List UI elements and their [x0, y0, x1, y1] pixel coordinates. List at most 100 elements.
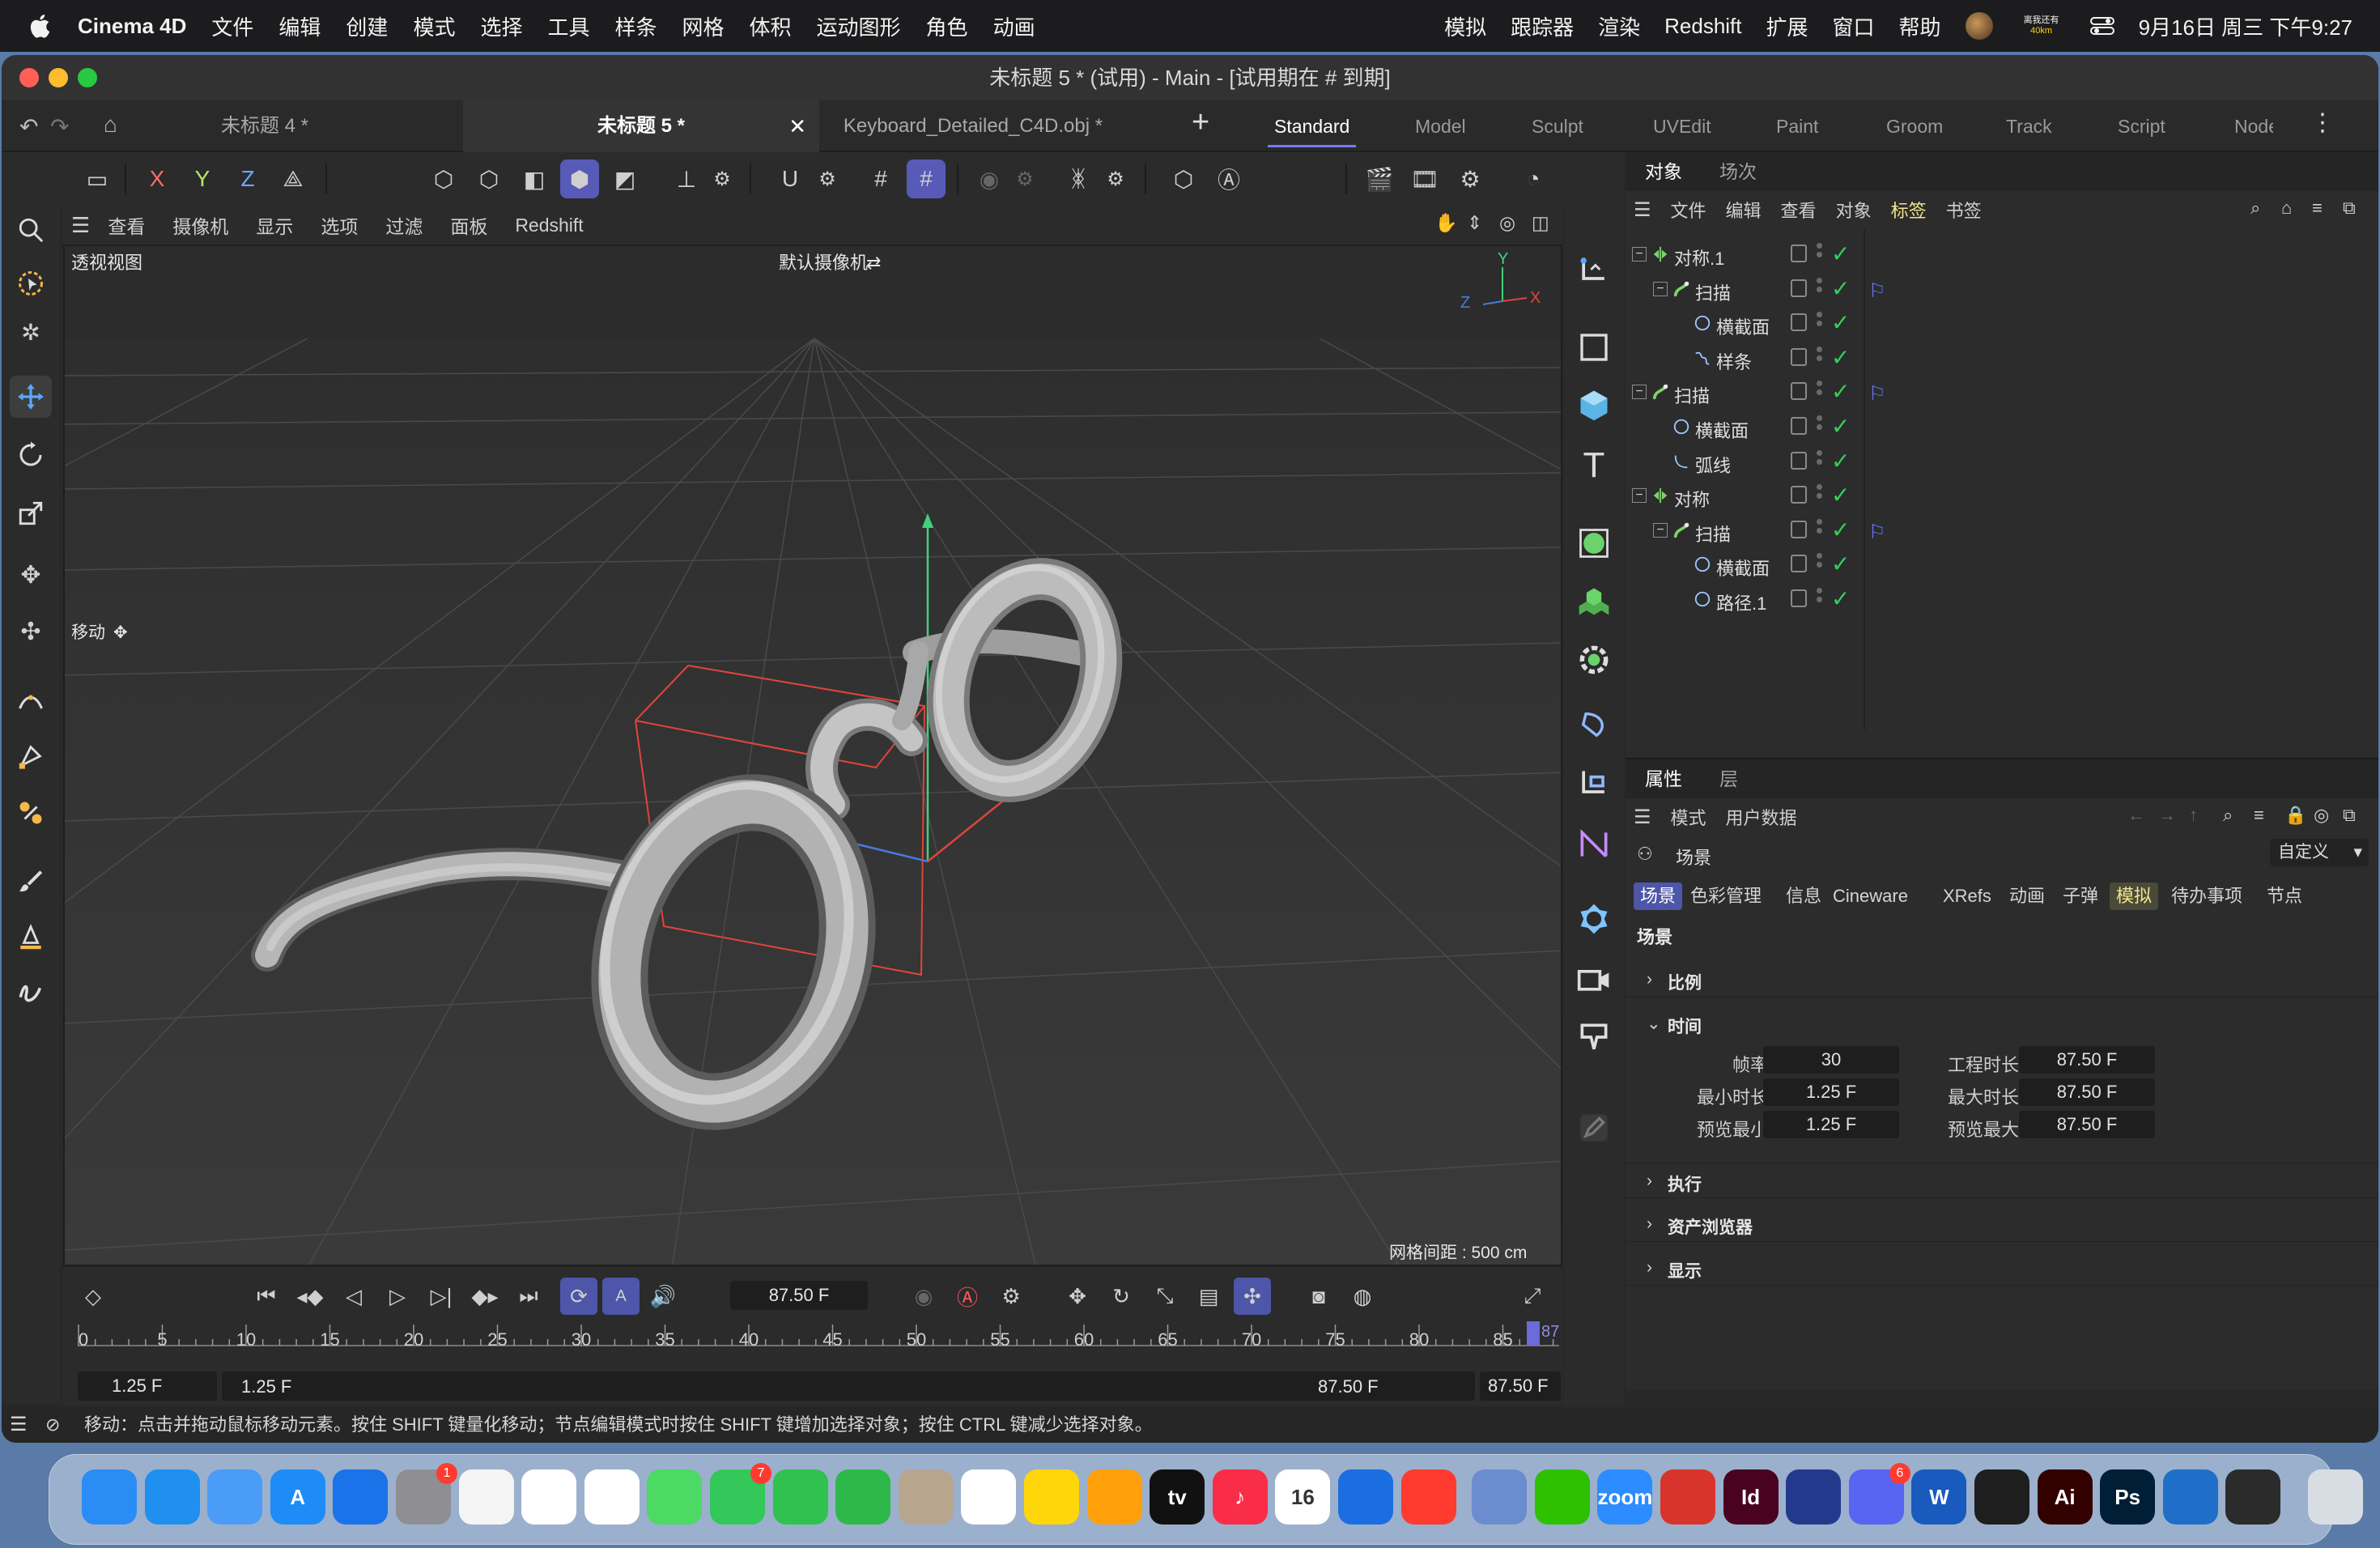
next-key-icon[interactable]: ◆▸ — [466, 1278, 504, 1315]
dock-word-icon[interactable]: W — [1911, 1469, 1967, 1525]
dock-news-icon[interactable] — [1400, 1469, 1456, 1525]
live-selection-icon[interactable] — [10, 262, 52, 304]
object-row[interactable]: 横截面 ✓ — [1626, 410, 2378, 443]
text-spline-icon[interactable]: T — [1572, 444, 1616, 487]
dock-music-icon[interactable]: ♪ — [1212, 1469, 1268, 1525]
orbit-view-icon[interactable]: ◎ — [1499, 212, 1515, 234]
add-tab-button[interactable]: + — [1192, 105, 1209, 140]
snap-settings-gear-icon[interactable]: ⚙ — [808, 159, 847, 198]
selection-filter-icon[interactable]: ✲ — [10, 311, 52, 353]
filter-icon[interactable]: ≡ — [2312, 198, 2323, 219]
layout-tab-script[interactable]: Script — [2118, 100, 2165, 152]
menu-spline[interactable]: 样条 — [614, 11, 657, 41]
preset-dropdown[interactable]: 自定义 ▾ — [2270, 839, 2369, 866]
view-menu-panel[interactable]: 面板 — [450, 211, 487, 239]
menu-help[interactable]: 帮助 — [1899, 11, 1941, 41]
dock-numbers-icon[interactable] — [835, 1469, 891, 1525]
obj-menu-view[interactable]: 查看 — [1781, 197, 1817, 223]
dock-cinema4d-icon[interactable] — [1786, 1469, 1842, 1525]
transform-tool-icon[interactable]: ✥ — [10, 554, 52, 596]
environment-icon[interactable] — [1572, 897, 1616, 941]
object-name[interactable]: 扫描 — [1674, 382, 1710, 408]
model-mode-icon[interactable]: ⬢ — [560, 159, 599, 198]
layout-tab-node[interactable]: Node — [2234, 100, 2273, 152]
spline-smooth-icon[interactable] — [10, 735, 52, 777]
subdivision-icon[interactable] — [1572, 521, 1616, 565]
chip-animation[interactable]: 动画 — [2003, 882, 2051, 910]
playhead[interactable] — [1527, 1321, 1540, 1346]
onion-skin-icon[interactable]: ◍ — [1344, 1278, 1381, 1315]
doc-tab-untitled-4[interactable]: 未标题 4 * — [164, 100, 366, 152]
dock-reminders-icon[interactable] — [961, 1469, 1017, 1525]
layer-swatch[interactable] — [1791, 486, 1807, 504]
visibility-dots[interactable] — [1817, 243, 1823, 261]
render-settings-icon[interactable]: ⚙ — [1451, 159, 1490, 198]
view-menu-options[interactable]: 选项 — [321, 211, 358, 239]
visibility-dots[interactable] — [1817, 449, 1823, 468]
key-scale-icon[interactable]: ⤡ — [1146, 1278, 1184, 1315]
timeline-expand-icon[interactable]: ⤢ — [1514, 1278, 1551, 1315]
menu-extensions[interactable]: 扩展 — [1766, 11, 1808, 41]
visibility-dots[interactable] — [1817, 415, 1823, 433]
collapse-toggle[interactable]: − — [1632, 247, 1647, 262]
tab-layers[interactable]: 层 — [1719, 759, 1738, 798]
object-name[interactable]: 横截面 — [1716, 555, 1770, 580]
view-menu-view[interactable]: 查看 — [108, 211, 145, 239]
chip-scene[interactable]: 场景 — [1634, 882, 1683, 910]
dock-wechat-icon[interactable] — [1534, 1469, 1590, 1525]
enabled-check-icon[interactable]: ✓ — [1831, 585, 1850, 612]
collapse-toggle[interactable]: − — [1653, 522, 1668, 538]
soft-selection-icon[interactable]: ◉ — [970, 159, 1009, 198]
key-param-icon[interactable]: ▤ — [1190, 1278, 1227, 1315]
menu-select[interactable]: 选择 — [480, 11, 522, 41]
axis-z-button[interactable]: Z — [228, 159, 267, 198]
current-frame-field[interactable]: 87.50 F — [730, 1281, 868, 1310]
menu-simulate[interactable]: 模拟 — [1444, 11, 1486, 41]
render-region-icon[interactable]: 🎬 — [1360, 159, 1399, 198]
dock-keynote-icon[interactable] — [333, 1469, 389, 1525]
chip-bullet[interactable]: 子弹 — [2056, 882, 2105, 910]
symmetry-gear-icon[interactable]: ⚙ — [1096, 159, 1135, 198]
visibility-dots[interactable] — [1817, 346, 1823, 364]
camera-switch-icon[interactable]: ⇄ — [866, 253, 881, 273]
frame-rate-field[interactable]: 30 — [1763, 1046, 1899, 1074]
workplane-snap-icon[interactable]: # — [907, 159, 946, 198]
tag-icon[interactable]: ⚐ — [1868, 279, 1886, 303]
redo-icon[interactable]: ↷ — [50, 113, 69, 140]
menu-render[interactable]: 渲染 — [1598, 11, 1640, 41]
keyframe-icon[interactable]: ◇ — [74, 1278, 112, 1315]
object-row[interactable]: − 扫描 ✓ ⚐ — [1626, 376, 2378, 408]
dock-notes-icon[interactable] — [1024, 1469, 1079, 1525]
lock-icon[interactable]: ⬡ — [1164, 159, 1203, 198]
layer-swatch[interactable] — [1791, 520, 1807, 538]
object-row[interactable]: 弧线 ✓ — [1626, 445, 2378, 478]
menu-character[interactable]: 角色 — [926, 11, 968, 41]
scale-tool-icon[interactable] — [10, 492, 52, 534]
menu-animate[interactable]: 动画 — [993, 11, 1035, 41]
hamburger-icon[interactable]: ☰ — [10, 1407, 28, 1443]
visibility-dots[interactable] — [1817, 312, 1823, 330]
dock-launchpad-icon[interactable] — [458, 1469, 514, 1525]
brush-icon[interactable] — [10, 860, 52, 902]
layer-swatch[interactable] — [1791, 347, 1807, 366]
visibility-dots[interactable] — [1817, 553, 1823, 571]
move-tool-icon[interactable] — [10, 376, 52, 418]
object-row[interactable]: 横截面 ✓ — [1626, 307, 2378, 339]
coordinate-system-icon[interactable]: ⟁ — [274, 159, 312, 198]
obj-menu-tags[interactable]: 标签 — [1891, 197, 1927, 223]
object-row[interactable]: − 扫描 ✓ ⚐ — [1626, 514, 2378, 546]
enabled-check-icon[interactable]: ✓ — [1831, 413, 1850, 440]
chip-simulation[interactable]: 模拟 — [2110, 882, 2159, 910]
spline-null-icon[interactable] — [1572, 248, 1616, 291]
spline-sketch-icon[interactable] — [10, 972, 52, 1014]
dock-zoom-icon[interactable]: zoom — [1597, 1469, 1653, 1525]
volume-icon[interactable] — [1572, 823, 1616, 866]
view-menu-redshift[interactable]: Redshift — [515, 215, 583, 236]
dolly-view-icon[interactable]: ⇕ — [1467, 212, 1482, 234]
object-name[interactable]: 横截面 — [1695, 417, 1749, 443]
layout-tab-uvedit[interactable]: UVEdit — [1653, 100, 1711, 152]
auto-icon[interactable]: Ⓐ — [1209, 159, 1248, 198]
layer-swatch[interactable] — [1791, 417, 1807, 435]
undo-stack-icon[interactable]: ▭ — [78, 159, 117, 198]
search-icon[interactable]: ⌕ — [2223, 805, 2233, 826]
